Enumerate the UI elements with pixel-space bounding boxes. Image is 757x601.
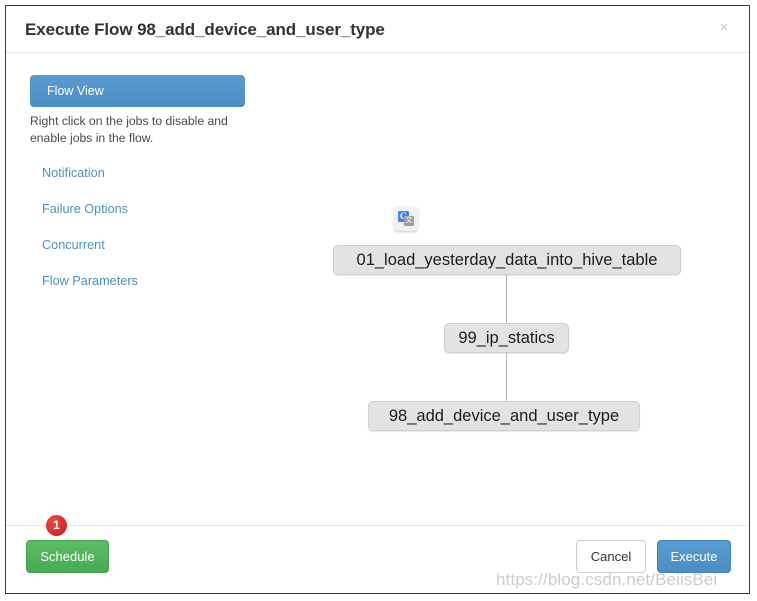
google-translate-char-glyph: 文: [404, 216, 414, 226]
close-icon[interactable]: ×: [716, 20, 732, 36]
execute-button[interactable]: Execute: [657, 540, 731, 573]
cancel-button[interactable]: Cancel: [576, 540, 646, 573]
tab-flow-view[interactable]: Flow View: [30, 75, 245, 107]
flow-graph-canvas: G 文 01_load_yesterday_data_into_hive_tab…: [276, 53, 749, 525]
flow-edge: [506, 275, 507, 323]
flow-node[interactable]: 98_add_device_and_user_type: [368, 401, 640, 431]
google-translate-icon[interactable]: G 文: [394, 207, 418, 231]
flow-hint-text: Right click on the jobs to disable and e…: [30, 114, 228, 145]
step-badge-1: 1: [46, 515, 67, 536]
page-title: Execute Flow 98_add_device_and_user_type: [25, 20, 385, 39]
schedule-button[interactable]: Schedule: [26, 540, 109, 573]
flow-node[interactable]: 01_load_yesterday_data_into_hive_table: [333, 245, 681, 275]
side-panel: Flow View Right click on the jobs to dis…: [6, 53, 276, 525]
sidebar-item-flow-parameters[interactable]: Flow Parameters: [42, 263, 276, 299]
sidebar-item-notification[interactable]: Notification: [42, 155, 276, 191]
modal-header: Execute Flow 98_add_device_and_user_type…: [6, 6, 749, 53]
execute-flow-modal: Execute Flow 98_add_device_and_user_type…: [5, 5, 750, 594]
modal-body: Flow View Right click on the jobs to dis…: [6, 53, 749, 525]
sidebar-item-concurrent[interactable]: Concurrent: [42, 227, 276, 263]
modal-footer: 1 Schedule Cancel Execute: [6, 515, 749, 593]
flow-edge: [506, 353, 507, 401]
side-links: Notification Failure Options Concurrent …: [6, 155, 276, 299]
flow-node[interactable]: 99_ip_statics: [444, 323, 569, 353]
sidebar-item-failure-options[interactable]: Failure Options: [42, 191, 276, 227]
